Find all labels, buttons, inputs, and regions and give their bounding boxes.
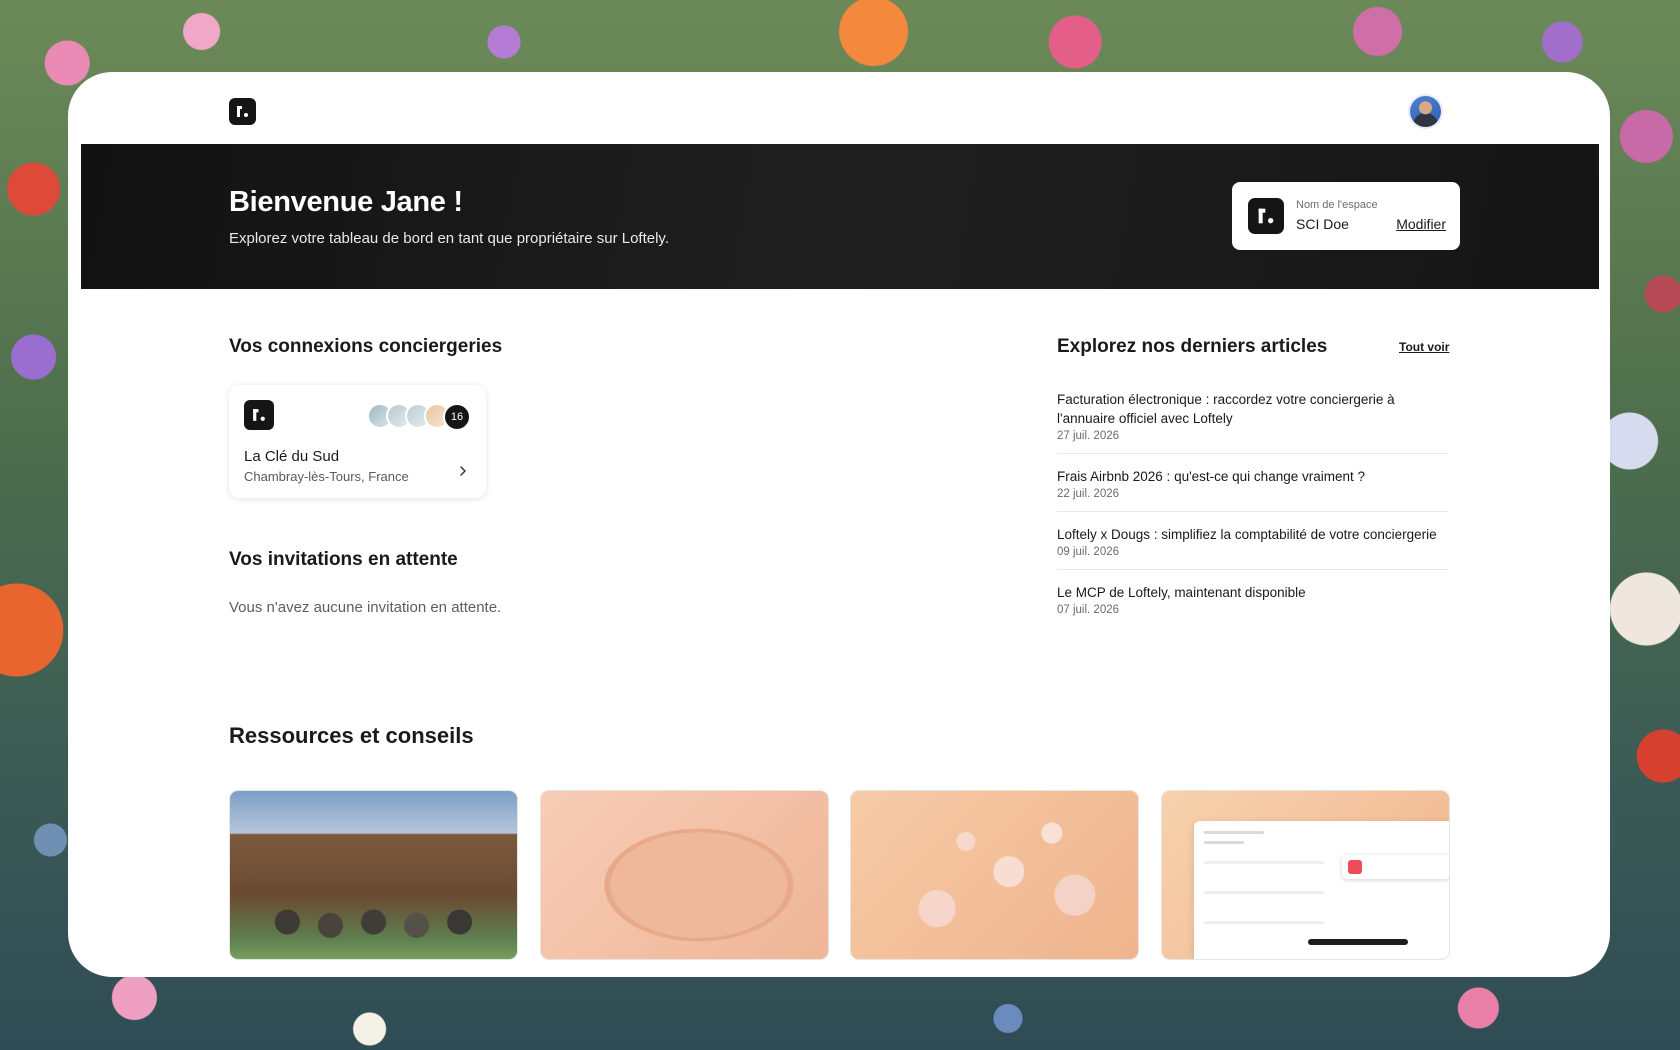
chevron-right-icon <box>460 466 466 476</box>
dashboard-window: Bienvenue Jane ! Explorez votre tableau … <box>68 72 1610 977</box>
concierge-name: La Clé du Sud <box>244 448 340 465</box>
article-date: 07 juil. 2026 <box>1057 604 1120 616</box>
see-all-articles-link[interactable]: Tout voir <box>1399 340 1449 354</box>
articles-list: Facturation électronique : raccordez vot… <box>1057 390 1448 640</box>
connections-title: Vos connexions conciergeries <box>229 336 503 357</box>
article-title: Loftely x Dougs : simplifiez la comptabi… <box>1057 527 1437 542</box>
article-date: 09 juil. 2026 <box>1057 546 1120 558</box>
resource-card-app-preview[interactable] <box>1161 790 1450 960</box>
articles-title: Explorez nos derniers articles <box>1057 336 1328 357</box>
article-title: Facturation électronique : raccordez vot… <box>1057 392 1395 426</box>
article-title: Le MCP de Loftely, maintenant disponible <box>1057 585 1306 600</box>
mockup-line <box>1204 921 1324 924</box>
mockup-line <box>1204 841 1244 844</box>
member-count-badge: 16 <box>443 403 471 431</box>
invitations-title: Vos invitations en attente <box>229 549 458 570</box>
article-item[interactable]: Loftely x Dougs : simplifiez la comptabi… <box>1057 525 1448 570</box>
space-name-box: Nom de l'espace SCI Doe Modifier <box>1232 182 1460 250</box>
mockup-line <box>1204 831 1264 834</box>
resource-card-petals[interactable] <box>850 790 1139 960</box>
concierge-connection-card[interactable]: 16 La Clé du Sud Chambray-lès-Tours, Fra… <box>229 385 486 498</box>
article-item[interactable]: Facturation électronique : raccordez vot… <box>1057 390 1448 454</box>
welcome-banner: Bienvenue Jane ! Explorez votre tableau … <box>81 144 1599 289</box>
mockup-line <box>1204 861 1324 864</box>
resources-grid <box>229 790 1450 960</box>
space-name-value: SCI Doe <box>1296 216 1349 232</box>
app-preview-mockup <box>1194 821 1449 959</box>
article-title: Frais Airbnb 2026 : qu'est-ce qui change… <box>1057 469 1366 484</box>
article-item[interactable]: Frais Airbnb 2026 : qu'est-ce qui change… <box>1057 467 1448 512</box>
mockup-line <box>1204 891 1324 894</box>
resources-title: Ressources et conseils <box>229 723 474 748</box>
welcome-title: Bienvenue Jane ! <box>229 186 463 218</box>
member-avatar-stack: 16 <box>367 403 471 431</box>
welcome-subtitle: Explorez votre tableau de bord en tant q… <box>229 230 669 247</box>
article-date: 22 juil. 2026 <box>1057 488 1120 500</box>
alert-icon <box>1348 860 1362 874</box>
concierge-location: Chambray-lès-Tours, France <box>244 469 409 484</box>
article-date: 27 juil. 2026 <box>1057 430 1120 442</box>
mockup-bar <box>1308 939 1408 945</box>
mockup-notification-pill <box>1342 855 1449 879</box>
invitations-empty-text: Vous n'avez aucune invitation en attente… <box>229 599 502 616</box>
article-item[interactable]: Le MCP de Loftely, maintenant disponible… <box>1057 583 1448 627</box>
space-logo-icon <box>1248 198 1284 234</box>
resource-card-peach-circle[interactable] <box>540 790 829 960</box>
edit-space-link[interactable]: Modifier <box>1396 216 1446 232</box>
resource-card-team-photo[interactable] <box>229 790 518 960</box>
concierge-logo-icon <box>244 400 274 430</box>
space-name-label: Nom de l'espace <box>1296 199 1378 211</box>
top-bar <box>68 72 1610 144</box>
loftely-logo-icon[interactable] <box>229 98 256 125</box>
user-avatar-icon[interactable] <box>1410 96 1441 127</box>
